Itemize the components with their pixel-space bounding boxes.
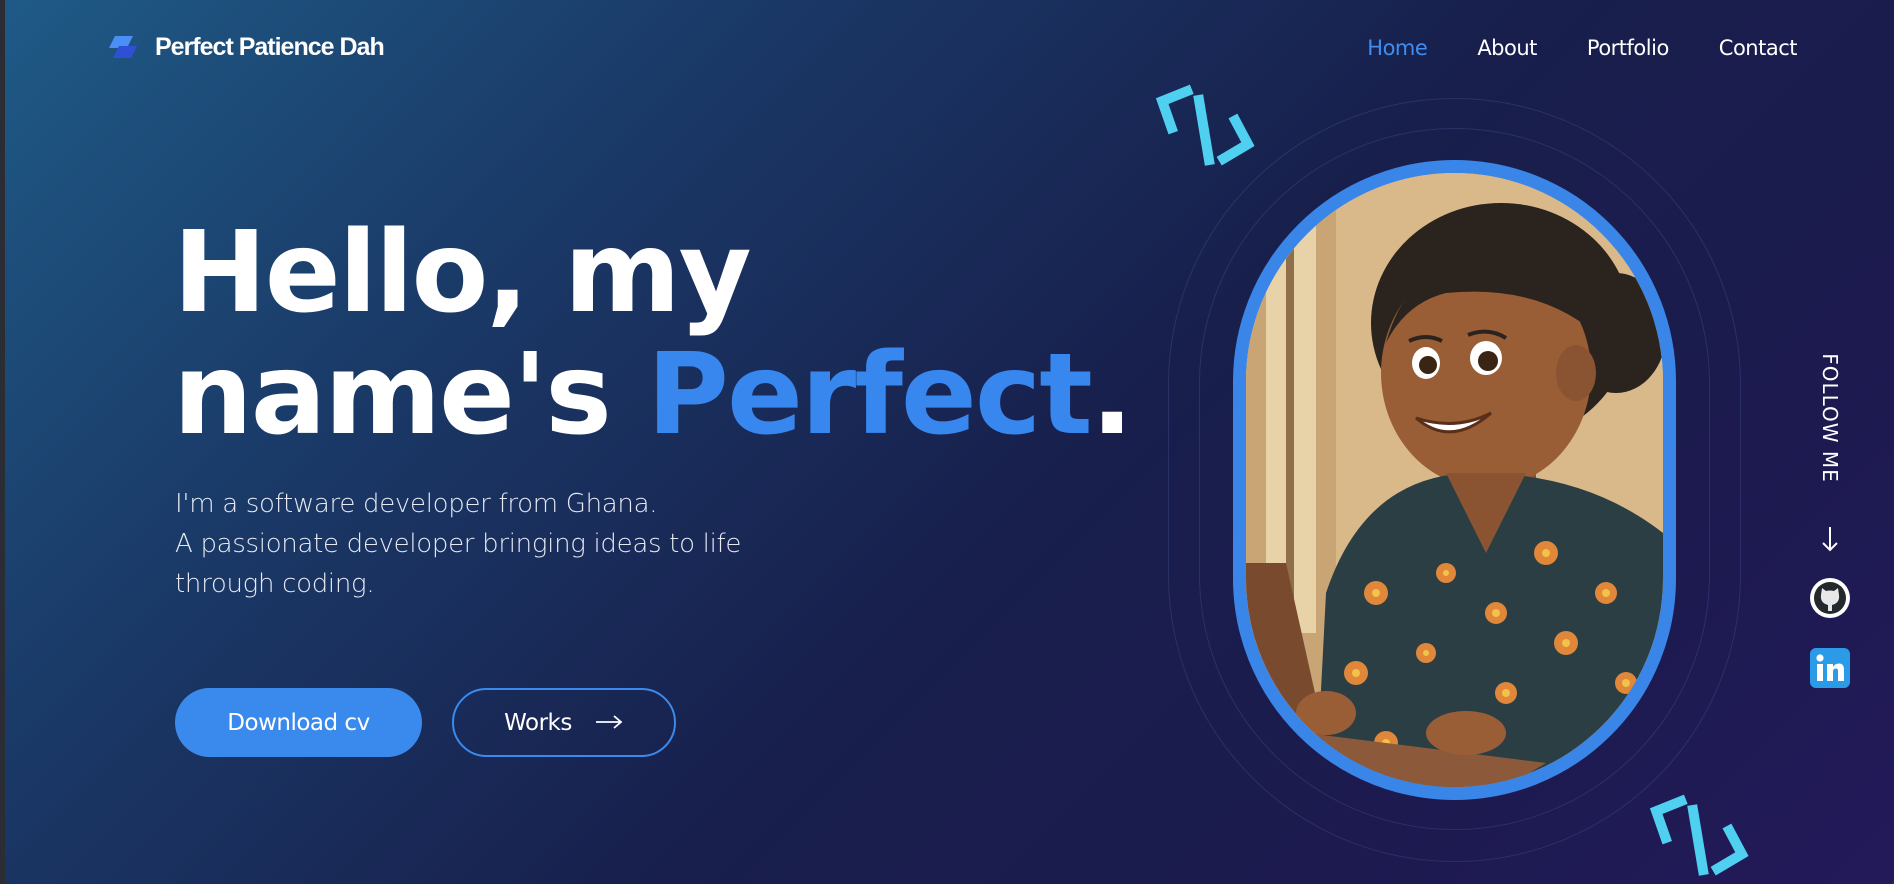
- subtitle-line-2: A passionate developer bringing ideas to…: [175, 529, 742, 559]
- nav-portfolio[interactable]: Portfolio: [1587, 36, 1669, 60]
- profile-portrait: [1233, 160, 1676, 800]
- subtitle-line-1: I'm a software developer from Ghana.: [175, 489, 658, 519]
- follow-me-label: FOLLOW ME: [1817, 348, 1843, 488]
- arrow-right-icon: [594, 710, 624, 736]
- download-cv-label: Download cv: [227, 709, 370, 736]
- code-bracket-icon: [1645, 788, 1755, 884]
- headline-line-1: Hello, my: [173, 208, 752, 338]
- hero-page: Perfect Patience Dah Home About Portfoli…: [5, 0, 1894, 884]
- main-nav: Home About Portfolio Contact: [1367, 36, 1797, 60]
- works-label: Works: [504, 709, 572, 736]
- subtitle-line-3: through coding.: [175, 569, 375, 599]
- github-icon[interactable]: [1810, 578, 1850, 618]
- nav-contact[interactable]: Contact: [1719, 36, 1798, 60]
- headline-accent-name: Perfect: [646, 330, 1093, 460]
- hero-subtitle: I'm a software developer from Ghana. A p…: [175, 484, 795, 604]
- code-bracket-icon: [1151, 78, 1261, 177]
- follow-me-text: FOLLOW ME: [1818, 353, 1842, 483]
- brand[interactable]: Perfect Patience Dah: [105, 32, 385, 62]
- headline-line-2: name's Perfect.: [173, 334, 1133, 456]
- nav-about[interactable]: About: [1477, 36, 1537, 60]
- arrow-down-icon: [1817, 524, 1843, 554]
- works-button[interactable]: Works: [452, 688, 676, 757]
- brand-name: Perfect Patience Dah: [155, 32, 385, 61]
- layers-logo-icon: [105, 32, 145, 62]
- hero-headline: Hello, my name's Perfect.: [173, 208, 1133, 456]
- headline-prefix: name's: [173, 330, 647, 460]
- download-cv-button[interactable]: Download cv: [175, 688, 422, 757]
- portrait-illustration: [1246, 173, 1663, 787]
- headline-suffix: .: [1090, 330, 1134, 460]
- nav-home[interactable]: Home: [1367, 36, 1428, 60]
- linkedin-icon[interactable]: [1810, 648, 1850, 688]
